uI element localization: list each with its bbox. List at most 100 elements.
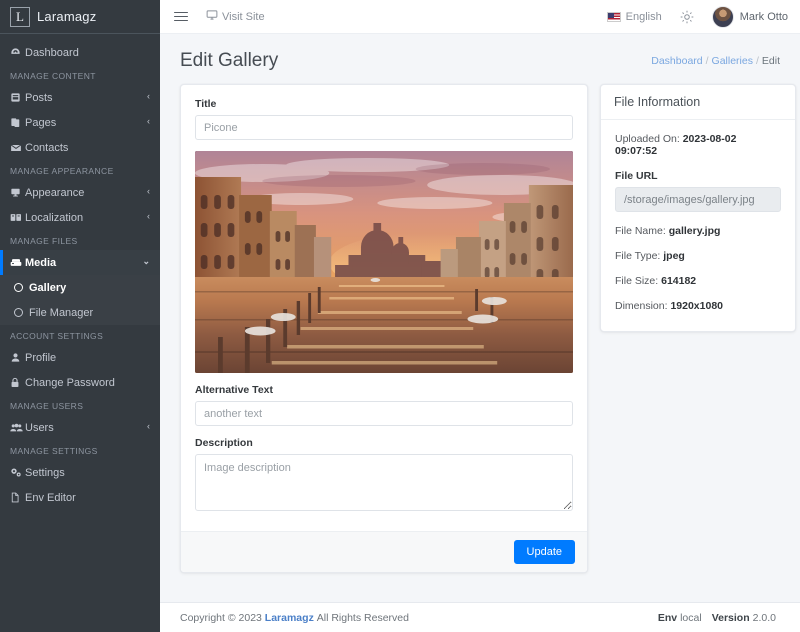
edit-gallery-card-footer: Update — [181, 531, 587, 572]
sidebar-item-env-editor[interactable]: Env Editor — [0, 485, 160, 510]
venice-sunset-photo-icon — [195, 151, 573, 373]
breadcrumb-separator: / — [705, 55, 709, 67]
users-icon — [10, 422, 25, 433]
user-name: Mark Otto — [739, 10, 788, 23]
footer-env-label: Env — [657, 611, 678, 624]
file-size-label: File Size: — [615, 275, 659, 287]
brand-name: Laramagz — [37, 9, 97, 24]
footer-env-value: local — [680, 611, 702, 624]
sidebar-item-label: Gallery — [29, 281, 67, 294]
footer: Copyright © 2023 Laramagz All Rights Res… — [160, 602, 800, 632]
circle-icon — [14, 283, 23, 292]
sidebar-item-change-password[interactable]: Change Password — [0, 370, 160, 395]
sidebar-group-header: MANAGE SETTINGS — [10, 446, 98, 456]
sidebar: L Laramagz Dashboard MANAGE CONTENT Post… — [0, 0, 160, 632]
sidebar-item-label: Env Editor — [25, 491, 76, 504]
chevron-left-icon: ‹ — [147, 116, 150, 126]
file-information-body: Uploaded On: 2023-08-02 09:07:52 File UR… — [601, 120, 795, 331]
edit-gallery-card-body: Title Picone Alternative Text another te… — [181, 85, 587, 531]
sidebar-item-settings[interactable]: Settings — [0, 460, 160, 485]
edit-gallery-card: Title Picone Alternative Text another te… — [180, 84, 588, 573]
sidebar-item-label: Change Password — [25, 376, 115, 389]
sidebar-item-label: Profile — [25, 351, 57, 364]
uploaded-on-row: Uploaded On: 2023-08-02 09:07:52 — [615, 133, 781, 157]
dimension-row: Dimension: 1920x1080 — [615, 300, 781, 312]
alt-text-input[interactable] — [195, 401, 573, 426]
chevron-left-icon: ‹ — [147, 421, 150, 431]
file-url-input[interactable] — [615, 187, 781, 212]
breadcrumb-current: Edit — [761, 55, 780, 67]
chevron-down-icon: ⌄ — [142, 256, 150, 266]
topbar: Visit Site English Mark Otto — [160, 0, 800, 34]
localization-icon — [10, 212, 25, 223]
sidebar-item-file-manager[interactable]: File Manager — [0, 300, 160, 325]
description-textarea[interactable] — [195, 454, 573, 511]
sidebar-item-pages[interactable]: Pages ‹ — [0, 110, 160, 135]
update-button[interactable]: Update — [513, 540, 575, 564]
sidebar-item-label: Localization — [25, 211, 84, 224]
language-label: English — [625, 10, 662, 23]
sidebar-item-users[interactable]: Users ‹ — [0, 415, 160, 440]
chevron-left-icon: ‹ — [147, 91, 150, 101]
hamburger-icon[interactable] — [174, 9, 188, 24]
visit-site-link[interactable]: Visit Site — [206, 9, 265, 24]
file-name-row: File Name: gallery.jpg — [615, 225, 781, 237]
circle-icon — [14, 308, 23, 317]
dimension-label: Dimension: — [615, 300, 668, 312]
sidebar-item-label: Posts — [25, 91, 53, 104]
dimension-value: 1920x1080 — [670, 300, 724, 312]
breadcrumb-galleries[interactable]: Galleries — [712, 55, 753, 67]
file-icon — [10, 492, 25, 503]
title-input[interactable] — [195, 115, 573, 140]
sidebar-item-contacts[interactable]: Contacts — [0, 135, 160, 160]
uploaded-on-label: Uploaded On: — [615, 133, 680, 145]
sidebar-item-label: Appearance — [25, 186, 85, 199]
sidebar-item-localization[interactable]: Localization ‹ — [0, 205, 160, 230]
profile-icon — [10, 352, 25, 363]
chevron-left-icon: ‹ — [147, 211, 150, 221]
gallery-image — [195, 151, 573, 373]
sidebar-item-gallery[interactable]: Gallery — [0, 275, 160, 300]
app-root: L Laramagz Dashboard MANAGE CONTENT Post… — [0, 0, 800, 632]
chevron-left-icon: ‹ — [147, 186, 150, 196]
sidebar-nav: Dashboard MANAGE CONTENT Posts ‹ Pages ‹ — [0, 34, 160, 632]
sun-icon[interactable] — [680, 10, 694, 24]
file-type-value: jpeg — [663, 250, 685, 262]
dashboard-icon — [10, 47, 25, 58]
sidebar-item-label: File Manager — [29, 306, 94, 319]
avatar — [711, 5, 734, 28]
sidebar-item-media[interactable]: Media ⌄ — [0, 250, 160, 275]
posts-icon — [10, 92, 25, 103]
sidebar-item-label: Media — [25, 256, 57, 269]
footer-brand-link[interactable]: Laramagz — [265, 612, 314, 624]
contacts-icon — [10, 142, 25, 154]
sidebar-item-label: Dashboard — [25, 46, 79, 59]
file-size-value: 614182 — [661, 275, 697, 287]
brand[interactable]: L Laramagz — [0, 0, 160, 34]
edit-form-column: Title Picone Alternative Text another te… — [180, 84, 588, 573]
sidebar-item-label: Settings — [25, 466, 65, 479]
sidebar-item-dashboard[interactable]: Dashboard — [0, 40, 160, 65]
breadcrumb-dashboard[interactable]: Dashboard — [651, 55, 702, 67]
sidebar-item-profile[interactable]: Profile — [0, 345, 160, 370]
visit-site-label: Visit Site — [222, 10, 265, 23]
user-menu[interactable]: Mark Otto — [711, 5, 788, 28]
content: Title Picone Alternative Text another te… — [160, 84, 800, 573]
page-title: Edit Gallery — [180, 50, 279, 71]
sidebar-item-appearance[interactable]: Appearance ‹ — [0, 180, 160, 205]
sidebar-item-posts[interactable]: Posts ‹ — [0, 85, 160, 110]
sidebar-item-label: Pages — [25, 116, 57, 129]
file-information-column: File Information Uploaded On: 2023-08-02… — [600, 84, 796, 332]
main-area: Visit Site English Mark Otto Edit Galler… — [160, 0, 800, 632]
lock-icon — [10, 377, 25, 388]
file-name-label: File Name: — [615, 225, 666, 237]
file-type-label: File Type: — [615, 250, 661, 262]
sidebar-group-header: ACCOUNT SETTINGS — [10, 331, 104, 341]
language-selector[interactable]: English — [606, 10, 662, 23]
file-information-header: File Information — [601, 85, 795, 120]
footer-version-value: 2.0.0 — [752, 611, 776, 624]
appearance-icon — [10, 187, 25, 198]
pages-icon — [10, 117, 25, 128]
file-type-row: File Type: jpeg — [615, 250, 781, 262]
us-flag-icon — [606, 11, 621, 22]
